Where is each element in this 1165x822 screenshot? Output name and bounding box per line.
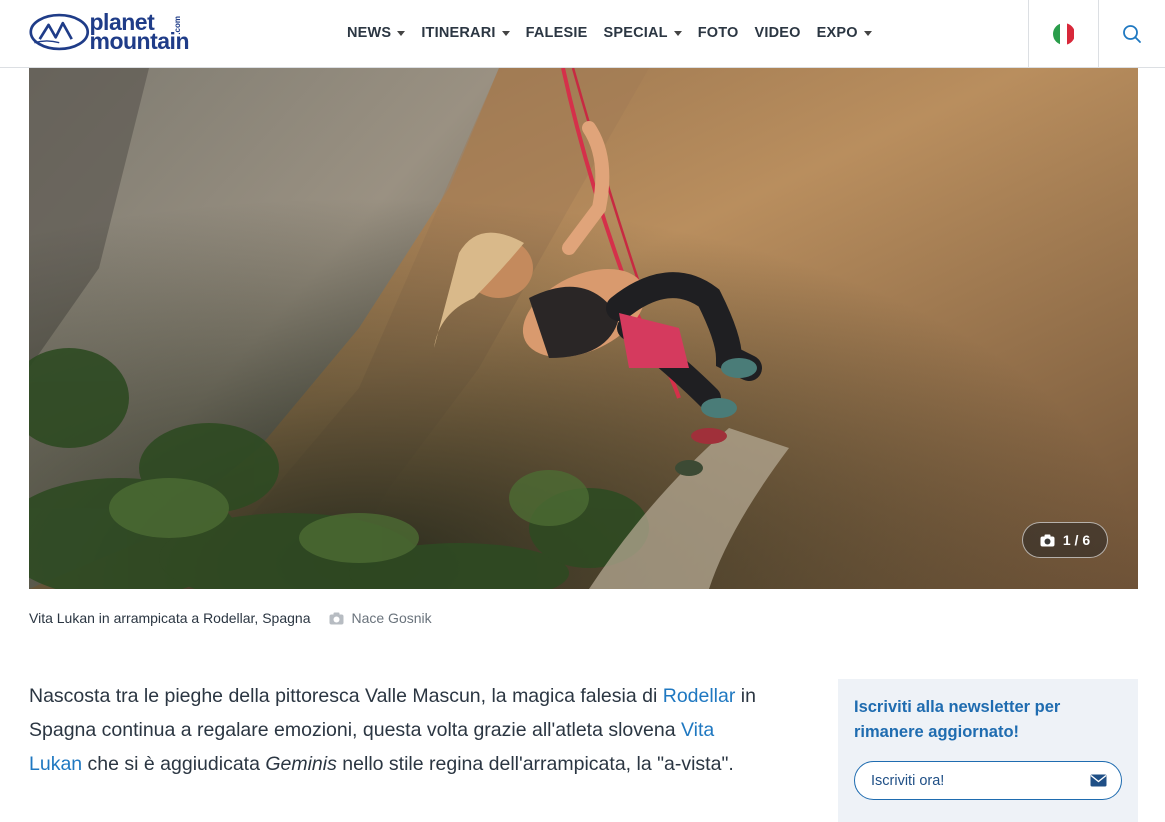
gallery-counter[interactable]: 1 / 6: [1022, 522, 1108, 558]
camera-icon: [329, 612, 344, 624]
article-text: nello stile regina dell'arrampicata, la …: [336, 753, 734, 775]
nav-item-special[interactable]: SPECIAL: [603, 25, 682, 41]
caret-down-icon: [673, 31, 682, 36]
nav-item-label: FOTO: [697, 25, 739, 41]
site-logo[interactable]: planet mountain .com: [29, 9, 189, 55]
caret-down-icon: [397, 31, 406, 36]
article-lead-paragraph: Nascosta tra le pieghe della pittoresca …: [29, 679, 759, 781]
nav-item-label: EXPO: [816, 25, 858, 41]
photo-credit: Nace Gosnik: [329, 610, 432, 626]
nav-item-label: FALESIE: [525, 25, 588, 41]
main-nav: NEWS ITINERARI FALESIE SPECIAL FOTO VIDE…: [347, 0, 888, 66]
photo-credit-name: Nace Gosnik: [351, 610, 432, 626]
caret-down-icon: [501, 31, 510, 36]
newsletter-subscribe-button[interactable]: Iscriviti ora!: [854, 761, 1122, 800]
nav-item-falesie[interactable]: FALESIE: [526, 25, 588, 41]
article-text: che si è aggiudicata: [82, 753, 266, 775]
nav-item-video[interactable]: VIDEO: [755, 25, 801, 41]
search-button[interactable]: [1098, 0, 1165, 67]
nav-item-label: VIDEO: [754, 25, 801, 41]
newsletter-title: Iscriviti alla newsletter per rimanere a…: [854, 698, 1061, 741]
climber-photo: [29, 68, 1138, 589]
logo-wordmark: planet mountain .com: [89, 11, 190, 54]
envelope-icon: [1090, 774, 1107, 787]
nav-item-news[interactable]: NEWS: [347, 25, 406, 41]
nav-item-itinerari[interactable]: ITINERARI: [421, 25, 510, 41]
nav-item-label: SPECIAL: [603, 25, 668, 41]
image-caption: Vita Lukan in arrampicata a Rodellar, Sp…: [29, 610, 432, 626]
caret-down-icon: [863, 31, 872, 36]
article-text: Nascosta tra le pieghe della pittoresca …: [29, 685, 663, 707]
language-switcher[interactable]: [1028, 0, 1098, 67]
italy-flag-icon: [1052, 22, 1075, 45]
gallery-hero-image[interactable]: 1 / 6: [29, 68, 1138, 589]
site-header: planet mountain .com NEWS ITINERARI FALE…: [0, 0, 1165, 68]
nav-item-expo[interactable]: EXPO: [817, 25, 872, 41]
gallery-counter-text: 1 / 6: [1062, 532, 1091, 548]
logo-mountain-icon: [29, 13, 90, 51]
camera-icon: [1040, 534, 1055, 546]
newsletter-box: Iscriviti alla newsletter per rimanere a…: [838, 679, 1138, 822]
route-name: Geminis: [265, 753, 337, 775]
nav-item-foto[interactable]: FOTO: [698, 25, 739, 41]
nav-item-label: NEWS: [347, 25, 392, 41]
logo-line-2: mountain: [89, 28, 190, 54]
nav-item-label: ITINERARI: [421, 25, 496, 41]
caption-text: Vita Lukan in arrampicata a Rodellar, Sp…: [29, 610, 311, 626]
newsletter-button-label: Iscriviti ora!: [871, 772, 945, 789]
logo-suffix: .com: [172, 16, 182, 35]
search-icon: [1123, 24, 1141, 43]
link-rodellar[interactable]: Rodellar: [663, 685, 736, 707]
